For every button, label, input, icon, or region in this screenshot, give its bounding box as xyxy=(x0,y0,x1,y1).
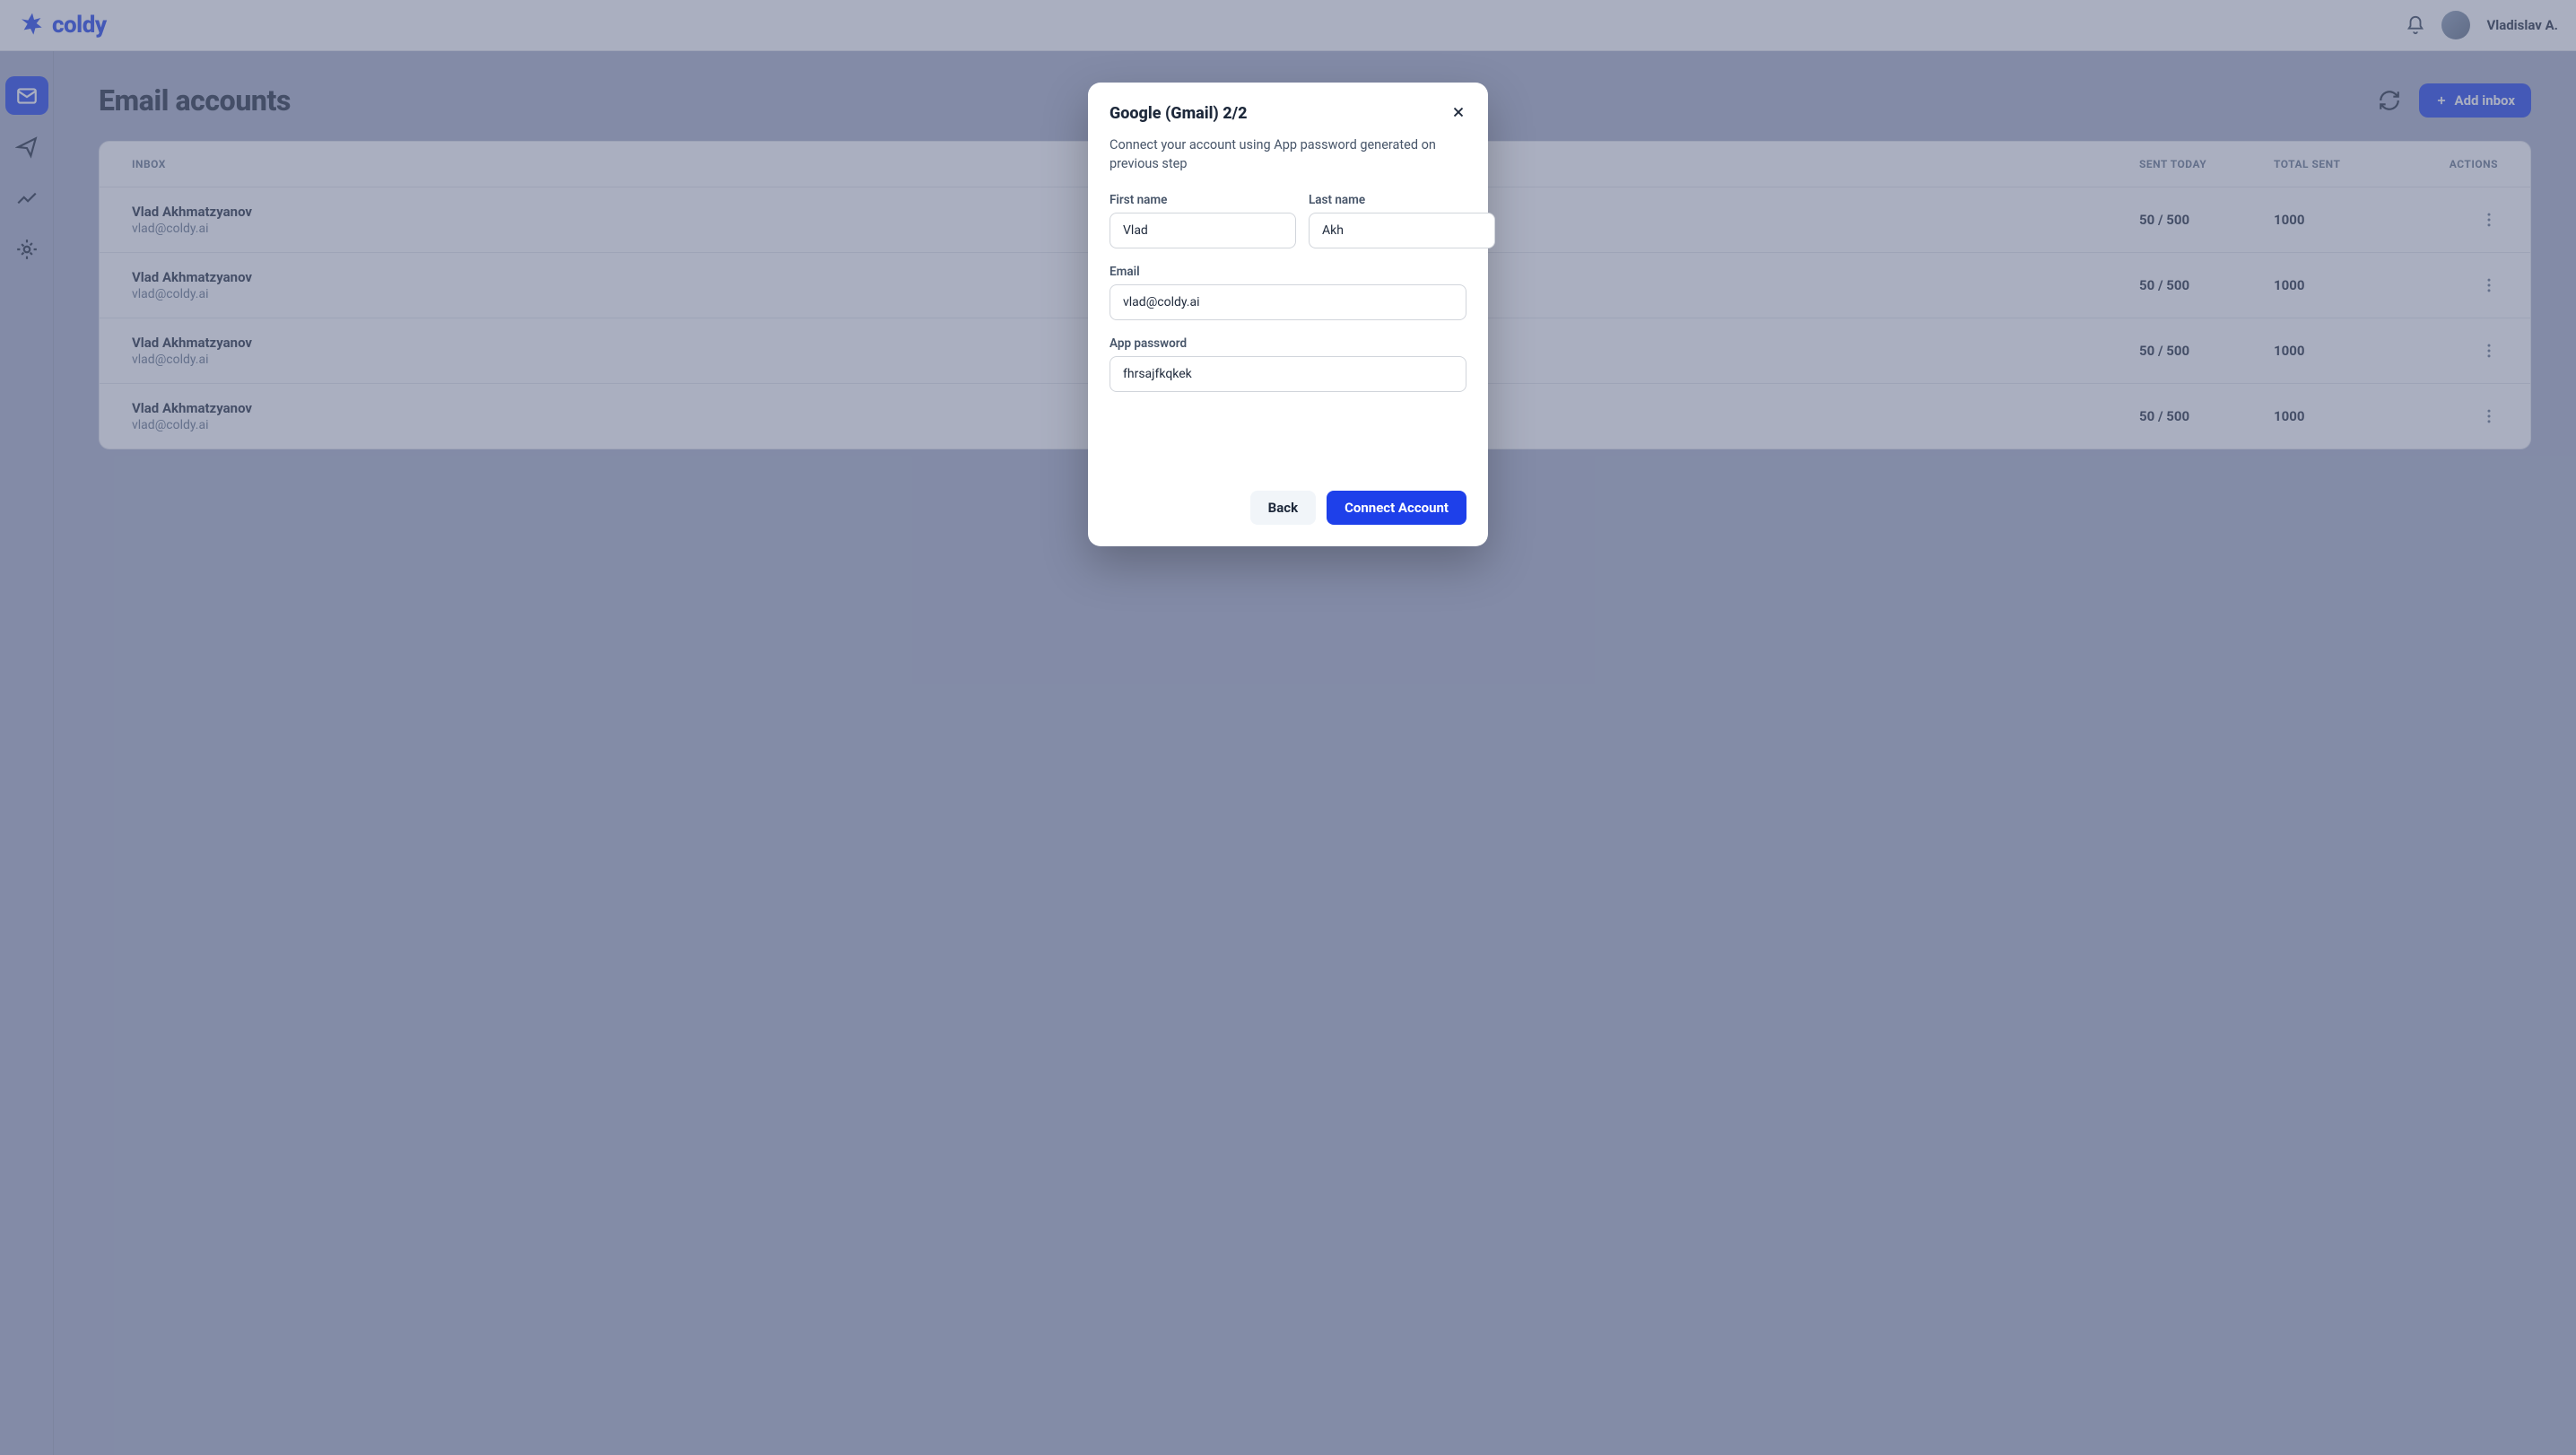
connect-account-button[interactable]: Connect Account xyxy=(1327,491,1466,525)
modal-title: Google (Gmail) 2/2 xyxy=(1110,104,1248,123)
first-name-input[interactable] xyxy=(1110,213,1296,248)
modal-subtitle: Connect your account using App password … xyxy=(1110,135,1466,173)
email-input[interactable] xyxy=(1110,284,1466,320)
close-icon[interactable] xyxy=(1450,104,1466,120)
modal-footer: Back Connect Account xyxy=(1110,491,1466,525)
last-name-input[interactable] xyxy=(1309,213,1495,248)
modal-form: First name Last name Email App password xyxy=(1110,193,1466,392)
modal-overlay[interactable]: Google (Gmail) 2/2 Connect your account … xyxy=(0,0,2576,1455)
email-label: Email xyxy=(1110,265,1466,279)
app-password-label: App password xyxy=(1110,336,1466,351)
first-name-label: First name xyxy=(1110,193,1296,207)
back-button[interactable]: Back xyxy=(1250,491,1316,525)
app-password-input[interactable] xyxy=(1110,356,1466,392)
last-name-label: Last name xyxy=(1309,193,1495,207)
connect-account-modal: Google (Gmail) 2/2 Connect your account … xyxy=(1088,83,1488,546)
